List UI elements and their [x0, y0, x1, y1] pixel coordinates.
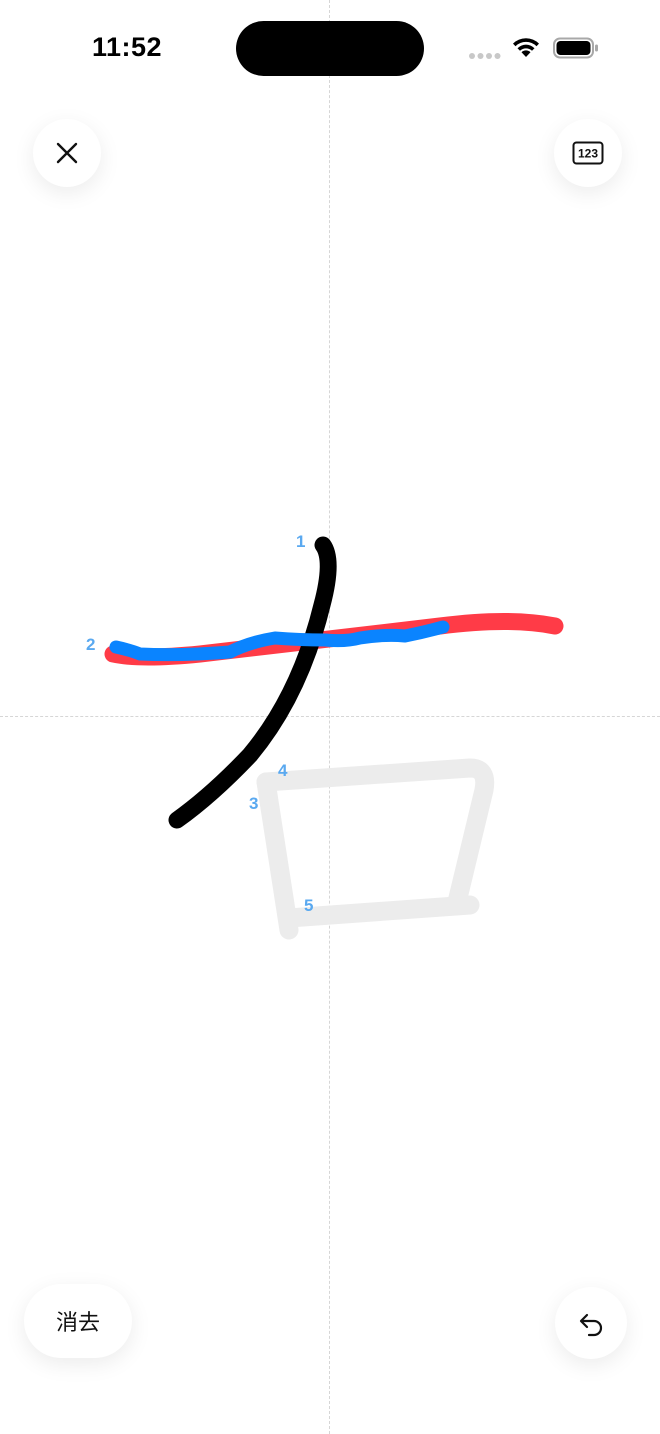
- guide-stroke-5: [279, 895, 480, 928]
- guide-stroke-4: [256, 758, 495, 912]
- stroke-number-4: 4: [278, 761, 288, 780]
- undo-icon: [579, 1313, 603, 1337]
- stroke-number-2: 2: [86, 635, 95, 654]
- stroke-number-5: 5: [304, 896, 313, 915]
- erase-button[interactable]: 消去: [24, 1284, 132, 1358]
- handwriting-screen: 11:52 123 1 2 3 4 5 消去: [0, 0, 660, 1434]
- stroke-number-1: 1: [296, 532, 305, 551]
- guide-stroke-3: [256, 772, 299, 940]
- stroke-number-3: 3: [249, 794, 258, 813]
- handwriting-canvas[interactable]: 1 2 3 4 5: [0, 0, 660, 1434]
- undo-button[interactable]: [555, 1287, 627, 1359]
- guide-strokes: [256, 758, 495, 940]
